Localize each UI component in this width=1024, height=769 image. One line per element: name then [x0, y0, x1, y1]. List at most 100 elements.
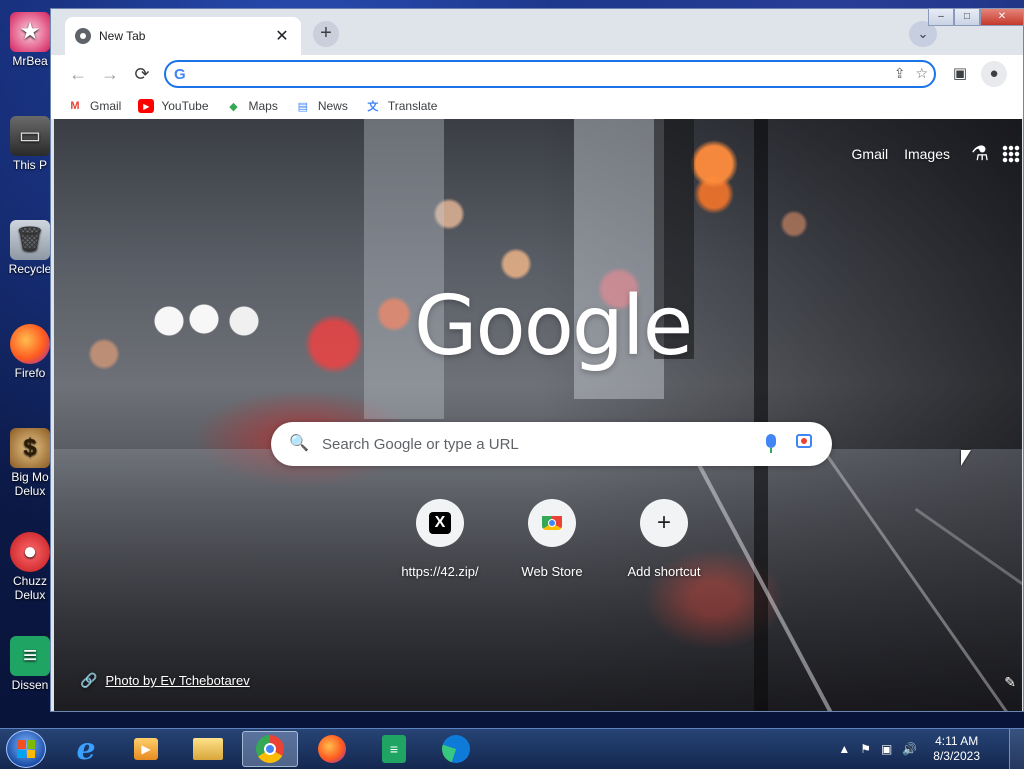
start-button[interactable]: [6, 730, 46, 768]
taskbar-internet-explorer[interactable]: e: [58, 731, 114, 767]
browser-toolbar: ← → ⟳ G ⇪ ☆ ▣ ● ⋮: [51, 55, 1024, 93]
shortcut-label: https://42.zip/: [401, 564, 479, 579]
taskbar-edge[interactable]: [428, 731, 484, 767]
action-center-flag-icon[interactable]: ⚑: [860, 742, 871, 756]
browser-window: New Tab ✕ + ⌄ – □ ✕ ← → ⟳ G ⇪ ☆ ▣ ● ⋮: [50, 8, 1024, 712]
tab-new-tab[interactable]: New Tab ✕: [65, 17, 301, 55]
desktop-icon-label: Recycle: [8, 262, 52, 276]
search-placeholder: Search Google or type a URL: [322, 436, 519, 453]
labs-flask-icon[interactable]: ⚗: [966, 141, 994, 166]
desktop-icon-label: MrBea: [12, 54, 48, 68]
shortcut-tile[interactable]: X https://42.zip/: [384, 499, 496, 579]
photo-credit-text: Photo by Ev Tchebotarev: [105, 673, 250, 688]
bookmark-label: Gmail: [90, 99, 122, 113]
bookmark-translate[interactable]: 文 Translate: [365, 99, 438, 113]
bookmarks-bar: M Gmail ▶ YouTube ◆ Maps ▤ News 文 Transl…: [51, 93, 1023, 119]
new-tab-page: Gmail Images ⚗ Google 🔍 Search Google or…: [54, 119, 1022, 711]
news-icon: ▤: [297, 100, 309, 113]
lens-camera-icon[interactable]: [796, 434, 812, 448]
new-tab-button[interactable]: +: [313, 21, 339, 47]
side-panel-icon[interactable]: ▣: [947, 61, 973, 87]
firefox-icon: [318, 735, 346, 763]
desktop-icon-label: Chuzz Delux: [12, 574, 47, 602]
clock[interactable]: 4:11 AM 8/3/2023: [933, 734, 980, 764]
tab-title: New Tab: [99, 29, 146, 43]
share-icon[interactable]: ⇪: [894, 65, 906, 82]
system-tray: ▲ ⚑ ▣ 🔊 4:11 AM 8/3/2023: [838, 729, 980, 769]
voice-search-icon[interactable]: [766, 434, 776, 453]
show-hidden-icons-icon[interactable]: ▲: [838, 742, 850, 756]
desktop-icon-label: Firefo: [14, 366, 46, 380]
reload-button[interactable]: ⟳: [129, 61, 155, 87]
maps-icon: ◆: [229, 100, 238, 113]
customize-pencil-icon[interactable]: ✎: [1004, 674, 1016, 691]
taskbar-media-player[interactable]: ▶: [118, 731, 174, 767]
bookmark-label: Maps: [248, 99, 278, 113]
sheets-icon: ≡: [382, 735, 406, 763]
background-photo-building: [364, 119, 444, 419]
show-desktop-button[interactable]: [1009, 729, 1024, 769]
translate-icon: 文: [367, 101, 379, 113]
bookmark-news[interactable]: ▤ News: [295, 99, 348, 113]
clock-date: 8/3/2023: [933, 749, 980, 763]
desktop-icon-label: This P: [12, 158, 47, 172]
money-bag-icon: $: [10, 428, 50, 468]
media-player-icon: ▶: [134, 738, 158, 760]
plus-icon: +: [656, 509, 671, 536]
google-apps-icon[interactable]: [1002, 144, 1020, 163]
chuzzle-icon: ●: [10, 532, 50, 572]
recycle-bin-icon: 🗑: [10, 220, 50, 260]
back-button[interactable]: ←: [65, 61, 91, 87]
shortcut-label: Web Store: [521, 564, 583, 579]
edge-icon: [442, 735, 470, 763]
taskbar-chrome[interactable]: [242, 731, 298, 767]
shortcuts-row: X https://42.zip/ Web Store + Add shortc…: [384, 499, 720, 579]
youtube-icon: ▶: [138, 99, 155, 113]
taskbar: e ▶ ≡ ▲ ⚑ ▣ 🔊 4:11 AM 8/3/2023: [0, 728, 1024, 769]
add-shortcut-button[interactable]: + Add shortcut: [608, 499, 720, 579]
search-box[interactable]: 🔍 Search Google or type a URL: [271, 422, 832, 466]
minimize-button[interactable]: –: [928, 8, 954, 26]
link-icon: 🔗: [80, 672, 98, 688]
document-app-icon: ≡: [10, 636, 50, 676]
bookmark-youtube[interactable]: ▶ YouTube: [138, 99, 209, 113]
firefox-icon: [10, 324, 50, 364]
tab-strip: New Tab ✕ + ⌄ – □ ✕: [51, 8, 1024, 55]
shortcut-tile[interactable]: Web Store: [496, 499, 608, 579]
bookmark-gmail[interactable]: M Gmail: [67, 99, 121, 113]
x-icon: X: [429, 512, 451, 534]
address-input[interactable]: [196, 64, 860, 86]
chrome-icon: [256, 735, 284, 763]
web-store-icon: [542, 516, 562, 530]
photo-credit-link[interactable]: 🔗 Photo by Ev Tchebotarev: [80, 672, 250, 689]
file-explorer-icon: [193, 738, 223, 760]
gmail-link[interactable]: Gmail: [852, 146, 889, 162]
taskbar-sheets[interactable]: ≡: [366, 731, 422, 767]
tab-close-icon[interactable]: ✕: [273, 26, 291, 46]
network-icon[interactable]: ▣: [881, 742, 892, 756]
close-window-button[interactable]: ✕: [980, 8, 1024, 26]
chrome-menu-icon[interactable]: ⋮: [1015, 61, 1024, 87]
maximize-button[interactable]: □: [954, 8, 980, 26]
internet-explorer-icon: e: [76, 731, 96, 767]
shortcut-label: Add shortcut: [627, 564, 701, 579]
taskbar-firefox[interactable]: [304, 731, 360, 767]
window-controls: – □ ✕: [928, 8, 1024, 26]
computer-icon: ▭: [10, 116, 50, 156]
bookmark-label: YouTube: [161, 99, 209, 113]
bookmark-label: Translate: [387, 99, 438, 113]
profile-avatar-icon[interactable]: ●: [981, 61, 1007, 87]
volume-icon[interactable]: 🔊: [902, 742, 917, 756]
bookmark-label: News: [317, 99, 348, 113]
bookmark-star-icon[interactable]: ☆: [915, 65, 928, 82]
chrome-favicon-icon: [75, 28, 91, 44]
taskbar-file-explorer[interactable]: [180, 731, 236, 767]
bookmark-maps[interactable]: ◆ Maps: [226, 99, 278, 113]
address-bar[interactable]: G ⇪ ☆: [164, 60, 936, 88]
mrbeast-app-icon: ★: [10, 12, 50, 52]
desktop-icon-label: Dissen: [11, 678, 49, 692]
google-logo: Google: [414, 279, 693, 374]
images-link[interactable]: Images: [904, 146, 950, 162]
forward-button[interactable]: →: [97, 61, 123, 87]
windows-logo-icon: [17, 740, 35, 758]
